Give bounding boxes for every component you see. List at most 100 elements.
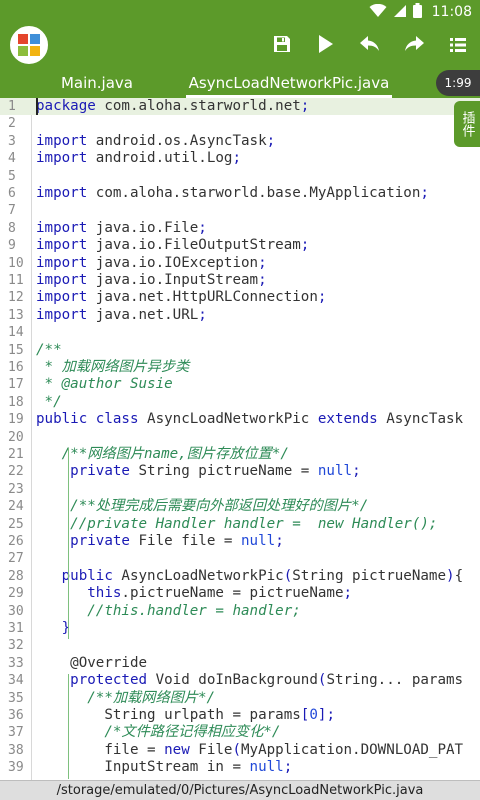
code-line[interactable]: 29 this.pictrueName = pictrueName;: [0, 585, 480, 602]
code-line[interactable]: 18 */: [0, 394, 480, 411]
plugin-drawer-button[interactable]: 插件: [454, 101, 480, 147]
code-token: import: [36, 289, 88, 306]
code-text: /**: [36, 342, 62, 359]
line-number: 24: [8, 499, 24, 515]
code-text: //this.handler = handler;: [36, 603, 301, 620]
code-line[interactable]: 32: [0, 637, 480, 654]
code-line[interactable]: 30 //this.handler = handler;: [0, 603, 480, 620]
code-line[interactable]: 4 import android.util.Log;: [0, 150, 480, 167]
text-cursor: [36, 98, 38, 115]
code-line[interactable]: 34 protected Void doInBackground(String.…: [0, 672, 480, 689]
code-token: java.io.FileOutputStream: [87, 237, 301, 254]
code-line[interactable]: 15 /**: [0, 342, 480, 359]
indent-guide: [68, 674, 69, 779]
code-line[interactable]: 31 }: [0, 620, 480, 637]
code-line[interactable]: 17 * @author Susie: [0, 376, 480, 393]
code-line[interactable]: 5: [0, 168, 480, 185]
code-line[interactable]: 28 public AsyncLoadNetworkPic(String pic…: [0, 568, 480, 585]
overflow-menu-button[interactable]: [444, 32, 472, 60]
code-line[interactable]: 36 String urlpath = params[0];: [0, 707, 480, 724]
code-line[interactable]: 27: [0, 550, 480, 567]
code-token: AsyncTask: [377, 411, 464, 428]
code-line[interactable]: 26 private File file = null;: [0, 533, 480, 550]
code-line[interactable]: 12 import java.net.HttpURLConnection;: [0, 289, 480, 306]
indent-guide: [68, 448, 69, 640]
code-token: import: [36, 132, 88, 149]
code-text: /**加载网络图片*/: [36, 690, 215, 707]
code-text: package com.aloha.starworld.net;: [36, 98, 309, 115]
code-token: public class: [36, 411, 139, 428]
code-token: import: [36, 185, 88, 201]
app-logo-icon[interactable]: [8, 24, 50, 66]
code-token: android.util.Log: [87, 150, 233, 167]
line-number: 28: [8, 568, 24, 584]
wifi-icon: [369, 3, 387, 22]
line-number: 8: [8, 220, 16, 236]
code-line[interactable]: 14: [0, 324, 480, 341]
save-button[interactable]: [268, 32, 296, 60]
code-line[interactable]: 11 import java.io.InputStream;: [0, 272, 480, 289]
code-token: import: [36, 272, 88, 288]
code-line[interactable]: 39 InputStream in = null;: [0, 759, 480, 776]
code-line[interactable]: 19 public class AsyncLoadNetworkPic exten…: [0, 411, 480, 428]
code-line[interactable]: 3 import android.os.AsyncTask;: [0, 133, 480, 150]
code-line[interactable]: 35 /**加载网络图片*/: [0, 690, 480, 707]
code-line[interactable]: 9 import java.io.FileOutputStream;: [0, 237, 480, 254]
code-token: java.net.HttpURLConnection: [87, 289, 318, 306]
code-line[interactable]: 33 @Override: [0, 655, 480, 672]
file-path-bar: /storage/emulated/0/Pictures/AsyncLoadNe…: [0, 780, 480, 800]
code-line[interactable]: 21 /**网络图片name,图片存放位置*/: [0, 446, 480, 463]
code-token: ;: [300, 98, 310, 114]
code-line[interactable]: 2: [0, 115, 480, 132]
code-line[interactable]: 37 /*文件路径记得相应变化*/: [0, 724, 480, 741]
code-token: private: [70, 533, 130, 549]
tab-async-load-network-pic[interactable]: AsyncLoadNetworkPic.java: [186, 68, 392, 98]
code-line[interactable]: 22 private String pictrueName = null;: [0, 463, 480, 480]
file-path: /storage/emulated/0/Pictures/AsyncLoadNe…: [56, 783, 424, 798]
code-token: @Override: [70, 654, 148, 671]
code-line[interactable]: 7: [0, 202, 480, 219]
code-token: * 加载网络图片异步类: [36, 359, 190, 375]
code-token: /**加载网络图片*/: [87, 689, 216, 706]
code-line[interactable]: 20: [0, 429, 480, 446]
code-line[interactable]: 38 file = new File(MyApplication.DOWNLOA…: [0, 742, 480, 759]
status-bar: 11:08: [0, 0, 480, 24]
code-text: import java.io.InputStream;: [36, 272, 267, 289]
code-line[interactable]: 1 package com.aloha.starworld.net;: [0, 98, 480, 116]
code-token: ;: [343, 585, 353, 602]
line-number: 7: [8, 203, 16, 219]
code-token: file =: [36, 741, 165, 758]
line-number: 16: [8, 360, 24, 375]
redo-button[interactable]: [400, 32, 428, 60]
line-number: 19: [8, 412, 24, 428]
code-line[interactable]: 25 //private Handler handler = new Handl…: [0, 516, 480, 533]
code-line[interactable]: 24 /**处理完成后需要向外部返回处理好的图片*/: [0, 498, 480, 515]
code-line[interactable]: 23: [0, 481, 480, 498]
line-number: 21: [8, 447, 24, 462]
code-line[interactable]: 13 import java.net.URL;: [0, 307, 480, 324]
code-line[interactable]: 6 import com.aloha.starworld.base.MyAppli…: [0, 185, 480, 202]
code-line[interactable]: 8 import java.io.File;: [0, 220, 480, 237]
line-number: 35: [8, 690, 24, 706]
tab-main-java[interactable]: Main.java: [38, 68, 156, 98]
line-number: 36: [8, 708, 24, 723]
code-token: java.io.InputStream: [87, 272, 259, 288]
code-line[interactable]: 10 import java.io.IOException;: [0, 255, 480, 272]
run-button[interactable]: [312, 32, 340, 60]
code-token: File: [189, 741, 233, 758]
code-token: //private Handler handler = new Handler(…: [70, 515, 438, 532]
code-line[interactable]: 16 * 加载网络图片异步类: [0, 359, 480, 376]
line-number: 29: [8, 586, 24, 602]
code-editor[interactable]: 1 package com.aloha.starworld.net; 2 3 impor…: [0, 98, 480, 780]
play-icon: [318, 35, 334, 57]
undo-icon: [360, 36, 380, 56]
code-token: public: [61, 567, 113, 584]
status-time: 11:08: [431, 4, 472, 20]
code-text: protected Void doInBackground(String... …: [36, 672, 463, 689]
undo-button[interactable]: [356, 32, 384, 60]
